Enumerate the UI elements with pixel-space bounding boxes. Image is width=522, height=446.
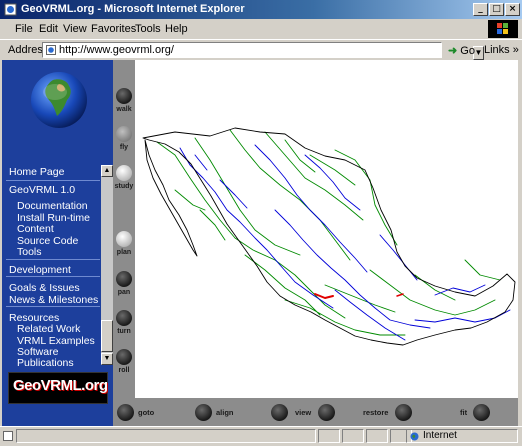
page-icon xyxy=(46,45,56,55)
view-next-icon[interactable] xyxy=(318,404,335,421)
status-bar: Internet xyxy=(0,426,522,446)
address-input[interactable]: http://www.geovrml.org/ ▼ xyxy=(42,42,484,60)
go-button[interactable]: ➜ Go xyxy=(448,44,475,57)
security-zone-panel: Internet xyxy=(406,429,518,443)
go-arrow-icon: ➜ xyxy=(448,45,458,57)
mexico-map-view[interactable] xyxy=(135,60,518,398)
roll-icon[interactable] xyxy=(116,349,132,365)
fit-icon[interactable] xyxy=(473,404,490,421)
internet-globe-icon xyxy=(410,432,419,441)
window-title: GeoVRML.org - Microsoft Internet Explore… xyxy=(21,3,245,15)
menu-favorites[interactable]: Favorites xyxy=(91,23,136,35)
scroll-down-button[interactable]: ▼ xyxy=(101,353,113,365)
title-bar[interactable]: GeoVRML.org - Microsoft Internet Explore… xyxy=(0,0,522,19)
sidebar-divider xyxy=(6,276,100,277)
sidebar-nav-link[interactable]: Publications xyxy=(17,357,74,369)
ie-throbber-logo xyxy=(488,20,518,38)
sidebar-nav-link[interactable]: Development xyxy=(9,264,71,276)
chevron-right-icon: » xyxy=(512,44,519,56)
status-panel-3 xyxy=(366,429,388,443)
view-prev-icon[interactable] xyxy=(271,404,288,421)
menu-tools[interactable]: Tools xyxy=(135,23,161,35)
vrml-navigation-panel: walk fly study plan pan turn roll xyxy=(113,60,135,426)
menu-bar: File Edit View Favorites Tools Help xyxy=(0,19,522,40)
view-label: view xyxy=(295,408,312,417)
plan-icon[interactable] xyxy=(116,231,132,247)
menu-view[interactable]: View xyxy=(63,23,87,35)
fly-label: fly xyxy=(119,144,129,151)
scroll-up-button[interactable]: ▲ xyxy=(101,165,113,177)
sidebar-nav-link[interactable]: Tools xyxy=(17,246,42,258)
menu-help[interactable]: Help xyxy=(165,23,188,35)
status-panel-2 xyxy=(342,429,364,443)
sidebar-nav-link[interactable]: GeoVRML 1.0 xyxy=(9,184,75,196)
river-network xyxy=(156,129,501,336)
security-zone-label: Internet xyxy=(423,430,457,441)
walk-label: walk xyxy=(116,106,132,113)
scroll-thumb[interactable] xyxy=(101,320,113,352)
sidebar-nav-link[interactable]: Goals & Issues xyxy=(9,282,80,294)
study-icon[interactable] xyxy=(116,165,132,181)
globe-icon[interactable] xyxy=(29,70,89,130)
study-label: study xyxy=(114,183,134,190)
fit-label: fit xyxy=(460,408,468,417)
sidebar-nav-link[interactable]: Related Work xyxy=(17,323,80,335)
align-label: align xyxy=(216,408,234,417)
nav-scrollbar[interactable]: ▲ ▼ xyxy=(101,165,113,365)
turn-icon[interactable] xyxy=(116,310,132,326)
done-page-icon xyxy=(3,431,13,441)
close-button[interactable]: × xyxy=(505,3,520,16)
status-text-panel xyxy=(16,429,316,443)
road-network xyxy=(179,144,511,341)
page-content: Home Page GeoVRML 1.0 Documentation Install… xyxy=(2,60,518,426)
sidebar-nav-link[interactable]: Documentation xyxy=(17,200,88,212)
roll-label: roll xyxy=(118,367,130,374)
sidebar-nav-link[interactable]: Content xyxy=(17,223,54,235)
sidebar-nav-link[interactable]: News & Milestones xyxy=(9,294,98,306)
restore-icon[interactable] xyxy=(395,404,412,421)
highlighted-route-2 xyxy=(396,293,404,297)
menu-edit[interactable]: Edit xyxy=(39,23,58,35)
geovrml-logo[interactable]: GeoVRML.org xyxy=(8,372,108,404)
sidebar-divider xyxy=(6,306,100,307)
goto-label: goto xyxy=(138,408,155,417)
goto-icon[interactable] xyxy=(117,404,134,421)
sidebar-nav-link[interactable]: Home Page xyxy=(9,166,64,178)
restore-label: restore xyxy=(363,408,389,417)
pan-icon[interactable] xyxy=(116,271,132,287)
turn-label: turn xyxy=(117,328,131,335)
go-label: Go xyxy=(460,45,475,57)
sidebar-divider xyxy=(6,259,100,260)
links-label: Links xyxy=(484,44,510,56)
status-panel-1 xyxy=(318,429,340,443)
fly-icon[interactable] xyxy=(116,126,132,142)
sidebar-divider xyxy=(6,180,100,181)
align-icon[interactable] xyxy=(195,404,212,421)
vrml-bottom-toolbar: goto align view restore fit xyxy=(113,398,518,426)
ie-page-icon xyxy=(4,3,17,16)
country-outline xyxy=(142,127,516,346)
pan-label: pan xyxy=(117,289,131,296)
address-url: http://www.geovrml.org/ xyxy=(59,44,174,56)
maximize-button[interactable]: □ xyxy=(489,3,504,16)
geovrml-logo-text: GeoVRML.org xyxy=(13,377,108,394)
menu-file[interactable]: File xyxy=(15,23,33,35)
sidebar: Home Page GeoVRML 1.0 Documentation Install… xyxy=(2,60,113,426)
plan-label: plan xyxy=(116,249,132,256)
links-button[interactable]: Links » xyxy=(484,44,519,56)
minimize-button[interactable]: _ xyxy=(473,3,488,16)
walk-icon[interactable] xyxy=(116,88,132,104)
address-bar: Address http://www.geovrml.org/ ▼ ➜ Go L… xyxy=(0,39,522,60)
windows-flag-icon xyxy=(497,23,508,34)
